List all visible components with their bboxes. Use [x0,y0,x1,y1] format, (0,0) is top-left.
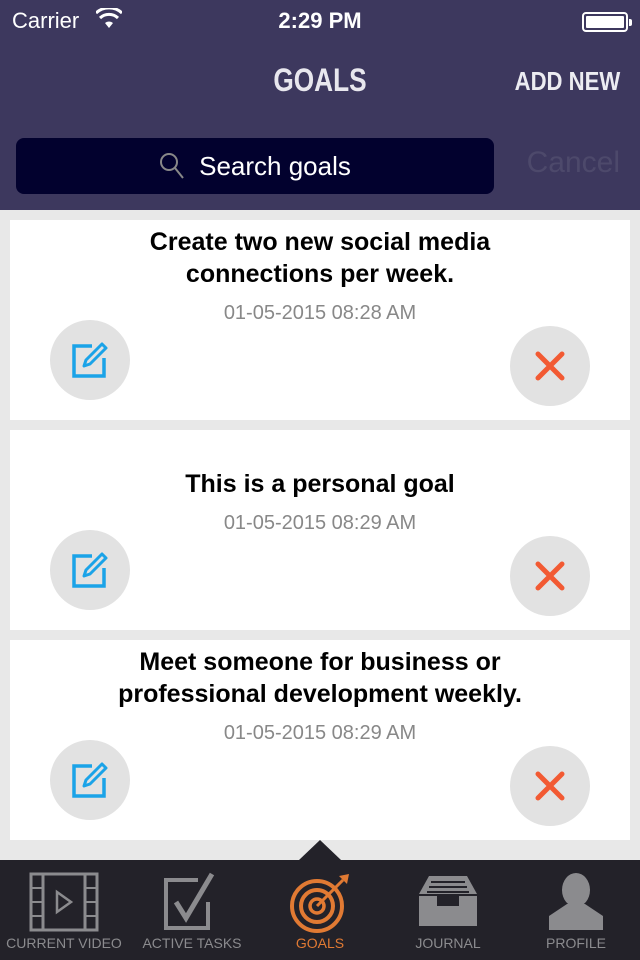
edit-goal-button[interactable] [50,740,130,820]
search-placeholder: Search goals [199,150,351,181]
tab-profile[interactable]: PROFILE [512,860,640,960]
nav-header: Carrier 2:29 PM GOALS ADD NEW Search goa… [0,0,640,210]
target-icon [290,874,349,933]
edit-icon [72,552,108,588]
tab-label: GOALS [295,935,345,951]
tab-label: PROFILE [546,935,606,951]
tab-goals[interactable]: GOALS [256,860,384,960]
tab-label: JOURNAL [415,935,481,951]
add-new-button[interactable]: ADD NEW [514,66,620,97]
battery-icon [582,12,632,32]
page-title: GOALS [273,62,367,98]
active-tab-indicator [299,840,341,860]
goal-card: Create two new social media connections … [10,220,630,420]
edit-goal-button[interactable] [50,320,130,400]
goal-title-line2: professional development weekly. [118,680,522,708]
tab-label: CURRENT VIDEO [6,935,122,951]
tab-current-video[interactable]: CURRENT VIDEO [0,860,128,960]
edit-icon [72,342,108,378]
tab-label: ACTIVE TASKS [142,935,242,951]
close-icon [535,561,565,591]
close-icon [535,771,565,801]
clock: 2:29 PM [278,8,362,33]
tab-journal[interactable]: JOURNAL [384,860,512,960]
tab-active-tasks[interactable]: ACTIVE TASKS [128,860,256,960]
goal-title-line1: Meet someone for business or [139,648,501,676]
inbox-tray-icon [419,876,477,926]
goal-title-line1: This is a personal goal [185,470,455,498]
goal-title-line2: connections per week. [185,260,455,288]
delete-goal-button[interactable] [510,746,590,826]
person-icon [549,873,603,930]
goal-card: Meet someone for business or professiona… [10,640,630,840]
status-bar: Carrier 2:29 PM [0,0,640,40]
film-icon [29,872,99,932]
search-input[interactable]: Search goals [16,138,494,194]
goal-card: This is a personal goal 01-05-2015 08:29… [10,430,630,630]
search-icon [160,153,184,179]
goal-title-line1: Create two new social media [149,228,491,256]
close-icon [535,351,565,381]
edit-goal-button[interactable] [50,530,130,610]
tab-bar: CURRENT VIDEO ACTIVE TASKS GOALS JOURNAL… [0,860,640,960]
cancel-button[interactable]: Cancel [527,146,620,180]
edit-icon [72,762,108,798]
checkbox-icon [164,872,215,930]
delete-goal-button[interactable] [510,326,590,406]
delete-goal-button[interactable] [510,536,590,616]
